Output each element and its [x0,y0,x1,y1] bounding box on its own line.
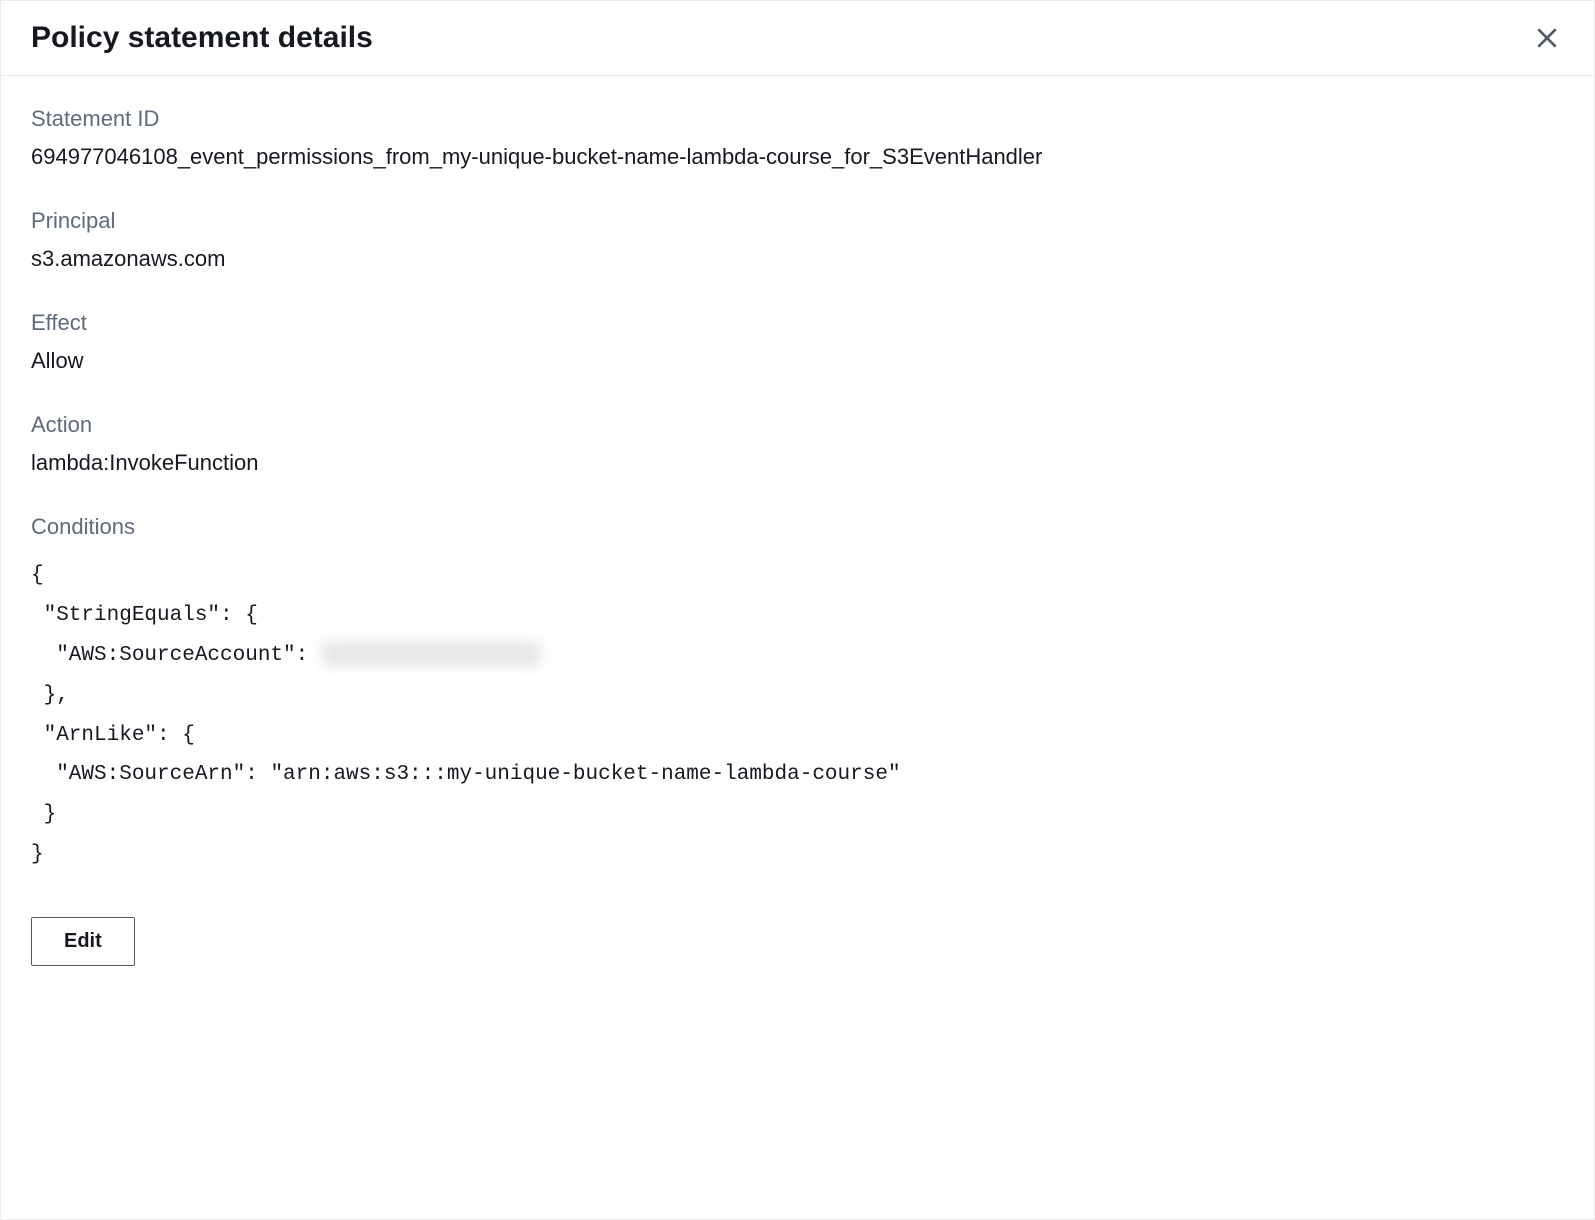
modal-footer: Edit [31,917,1564,966]
code-line: "ArnLike": { [31,724,195,747]
close-button[interactable] [1530,21,1564,55]
code-line: "AWS:SourceAccount": [31,644,321,667]
policy-statement-modal: Policy statement details Statement ID 69… [0,0,1595,1220]
modal-header: Policy statement details [1,1,1594,76]
statement-id-label: Statement ID [31,106,1564,132]
principal-label: Principal [31,208,1564,234]
principal-field: Principal s3.amazonaws.com [31,208,1564,272]
conditions-label: Conditions [31,514,1564,540]
code-line: } [31,803,56,826]
code-line: }, [31,684,69,707]
close-icon [1534,25,1560,51]
statement-id-field: Statement ID 694977046108_event_permissi… [31,106,1564,170]
effect-field: Effect Allow [31,310,1564,374]
action-field: Action lambda:InvokeFunction [31,412,1564,476]
code-line: "AWS:SourceArn": "arn:aws:s3:::my-unique… [31,763,901,786]
statement-id-value: 694977046108_event_permissions_from_my-u… [31,144,1564,170]
code-line: { [31,564,44,587]
code-line: "StringEquals": { [31,604,258,627]
principal-value: s3.amazonaws.com [31,246,1564,272]
effect-value: Allow [31,348,1564,374]
modal-body: Statement ID 694977046108_event_permissi… [1,76,1594,1219]
conditions-field: Conditions { "StringEquals": { "AWS:Sour… [31,514,1564,875]
effect-label: Effect [31,310,1564,336]
conditions-code: { "StringEquals": { "AWS:SourceAccount":… [31,556,1564,875]
edit-button[interactable]: Edit [31,917,135,966]
redacted-source-account [321,641,541,667]
action-label: Action [31,412,1564,438]
code-line: } [31,843,44,866]
action-value: lambda:InvokeFunction [31,450,1564,476]
modal-title: Policy statement details [31,21,373,55]
